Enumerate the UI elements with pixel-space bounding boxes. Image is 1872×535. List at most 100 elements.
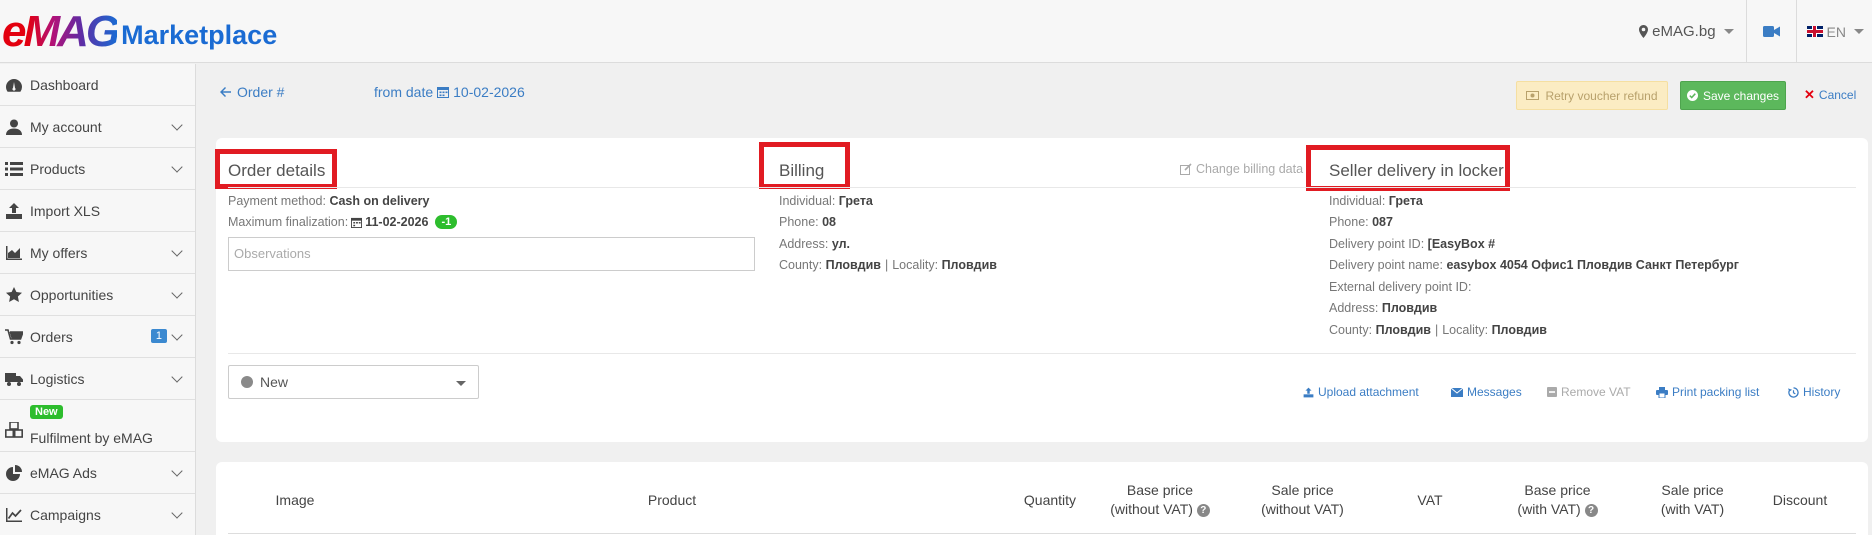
chevron-down-icon: [1854, 29, 1864, 34]
chevron-down-icon: [171, 119, 183, 131]
upload-icon: [6, 203, 22, 219]
billing-address: Address: ул.: [779, 237, 850, 251]
sidebar-item-fulfilment[interactable]: New Fulfilment by eMAG: [0, 400, 195, 452]
column-header-base-price-vat: Base price (with VAT) ?: [1500, 481, 1615, 519]
payment-method-value: Cash on delivery: [329, 194, 430, 208]
save-changes-button[interactable]: Save changes: [1680, 81, 1786, 110]
column-header-quantity: Quantity: [1023, 492, 1077, 508]
sidebar-item-import-xls[interactable]: Import XLS: [0, 190, 195, 232]
retry-voucher-refund-button[interactable]: Retry voucher refund: [1516, 81, 1668, 110]
sidebar-item-emag-ads[interactable]: eMAG Ads: [0, 452, 195, 494]
billing-phone-value: 08: [822, 215, 837, 229]
change-billing-data-link[interactable]: Change billing data: [1180, 162, 1303, 176]
separator: |: [1434, 323, 1439, 337]
calendar-icon: [437, 87, 450, 98]
language-selector[interactable]: EN: [1797, 24, 1872, 40]
question-circle-icon[interactable]: ?: [1196, 503, 1210, 517]
billing-locality-value: Пловдив: [941, 258, 997, 272]
calendar-icon: [351, 217, 363, 228]
chevron-down-icon: [171, 161, 183, 173]
billing-county-locality: County: Пловдив | Locality: Пловдив: [779, 258, 997, 272]
sidebar-item-label: Campaigns: [30, 506, 101, 523]
messages-label: Messages: [1467, 385, 1522, 399]
column-header-sale-price: Sale price (without VAT): [1245, 481, 1360, 519]
video-button[interactable]: [1747, 0, 1797, 63]
star-icon: [6, 287, 22, 302]
truck-icon: [5, 373, 23, 386]
upload-attachment-link[interactable]: Upload attachment: [1303, 385, 1419, 399]
cart-icon: [5, 329, 23, 345]
max-finalization-label: Maximum finalization:: [228, 215, 349, 229]
minus-square-icon: [1547, 387, 1557, 397]
back-to-orders-link[interactable]: Order #: [220, 84, 284, 100]
sidebar-item-label: Dashboard: [30, 76, 99, 93]
close-icon: ✕: [1804, 87, 1815, 102]
delivery-locality-value: Пловдив: [1491, 323, 1547, 337]
sidebar-item-label: Fulfilment by eMAG: [30, 430, 153, 446]
emag-marketplace-logo[interactable]: eMAG Marketplace: [2, 6, 277, 54]
chevron-down-icon: [171, 371, 183, 383]
status-dot-icon: [241, 376, 253, 388]
history-link[interactable]: History: [1788, 385, 1840, 399]
billing-individual: Individual: Грета: [779, 194, 873, 208]
order-number-label: Order #: [237, 84, 285, 100]
sidebar-item-products[interactable]: Products: [0, 148, 195, 190]
external-delivery-point-id-label: External delivery point ID:: [1329, 280, 1472, 294]
store-name: eMAG.bg: [1652, 23, 1716, 40]
base-price-line1: Base price: [1126, 482, 1194, 498]
chevron-down-icon: [171, 287, 183, 299]
max-finalization: Maximum finalization: 11-02-2026 -1: [228, 215, 458, 229]
cancel-button[interactable]: ✕ Cancel: [1804, 87, 1856, 103]
delivery-point-id: Delivery point ID: [EasyBox #: [1329, 237, 1495, 251]
billing-individual-label: Individual:: [779, 194, 836, 208]
delivery-phone-label: Phone:: [1329, 215, 1369, 229]
billing-county-label: County:: [779, 258, 823, 272]
messages-link[interactable]: Messages: [1451, 385, 1522, 399]
chevron-down-icon: [1723, 29, 1734, 34]
change-billing-label: Change billing data: [1196, 162, 1304, 176]
sidebar-item-label: Import XLS: [30, 202, 101, 219]
delivery-address-label: Address:: [1329, 301, 1379, 315]
save-changes-label: Save changes: [1702, 88, 1780, 103]
logo-marketplace: Marketplace: [121, 20, 278, 50]
highlight-box: [215, 149, 337, 189]
sidebar-item-logistics[interactable]: Logistics: [0, 358, 195, 400]
base-price-vat-line1: Base price: [1524, 482, 1591, 498]
order-status-select[interactable]: New: [228, 365, 479, 399]
remove-vat-link[interactable]: Remove VAT: [1547, 385, 1631, 399]
question-circle-icon[interactable]: ?: [1584, 503, 1598, 517]
order-from-date: from date 10-02-2026: [374, 84, 525, 100]
delivery-individual-value: Грета: [1388, 194, 1423, 208]
sidebar-item-dashboard[interactable]: Dashboard: [0, 64, 195, 106]
column-header-image: Image: [275, 492, 315, 508]
delivery-point-name: Delivery point name: easybox 4054 Офис1 …: [1329, 258, 1739, 272]
sidebar-item-label: Logistics: [30, 370, 85, 387]
chevron-down-icon: [171, 245, 183, 257]
print-packing-list-link[interactable]: Print packing list: [1656, 385, 1759, 399]
billing-phone-label: Phone:: [779, 215, 819, 229]
map-marker-icon: [1639, 25, 1649, 38]
column-header-base-price: Base price (without VAT) ?: [1100, 481, 1220, 519]
money-icon: [1526, 91, 1540, 100]
sidebar-item-my-account[interactable]: My account: [0, 106, 195, 148]
cubes-icon: [5, 422, 23, 438]
sidebar-item-orders[interactable]: Orders 1: [0, 316, 195, 358]
history-icon: [1788, 386, 1799, 398]
store-selector[interactable]: eMAG.bg: [1639, 0, 1747, 63]
language-code: EN: [1826, 23, 1846, 40]
highlight-box: [759, 142, 850, 189]
sidebar-item-opportunities[interactable]: Opportunities: [0, 274, 195, 316]
chevron-down-icon: [456, 381, 466, 386]
delivery-county-value: Пловдив: [1375, 323, 1431, 337]
delivery-point-name-label: Delivery point name:: [1329, 258, 1443, 272]
sidebar-item-my-offers[interactable]: My offers: [0, 232, 195, 274]
sidebar-item-label: My offers: [30, 244, 88, 261]
sidebar-item-label: My account: [30, 118, 102, 135]
section-divider: [228, 353, 1856, 354]
observations-input[interactable]: Observations: [228, 237, 755, 271]
uk-flag-icon: [1806, 26, 1823, 37]
top-bar: eMAG Marketplace eMAG.bg EN: [0, 0, 1872, 63]
sidebar-item-label: eMAG Ads: [30, 464, 97, 481]
payment-method-label: Payment method:: [228, 194, 326, 208]
sidebar-item-campaigns[interactable]: Campaigns: [0, 494, 195, 535]
